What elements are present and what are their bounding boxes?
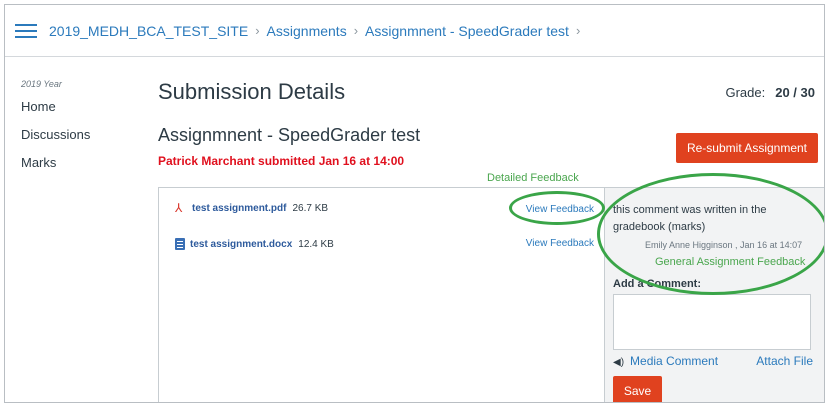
grade-value: 20 / 30 [775, 85, 815, 100]
attach-file-link[interactable]: Attach File [756, 354, 813, 368]
detailed-feedback-annotation: Detailed Feedback [487, 172, 579, 184]
breadcrumb-assignments[interactable]: Assignments [267, 23, 347, 39]
file-size: 26.7 KB [292, 203, 329, 214]
nav-item-home[interactable]: Home [21, 98, 141, 126]
speaker-icon: ◀) [613, 357, 625, 368]
file-link[interactable]: test assignment.docx [190, 239, 292, 250]
grade-label: Grade: [725, 85, 766, 100]
page-title: Submission Details [158, 79, 346, 104]
course-nav: 2019 Year Home Discussions Marks [21, 79, 141, 182]
resubmit-assignment-button[interactable]: Re-submit Assignment [676, 133, 818, 163]
chevron-right-icon: › [255, 23, 260, 38]
comments-panel: this comment was written in the gradeboo… [604, 187, 824, 402]
file-link[interactable]: test assignment.pdf [192, 203, 286, 214]
top-bar: 2019_MEDH_BCA_TEST_SITE › Assignments › … [5, 5, 824, 57]
media-comment-link[interactable]: ◀) Media Comment [613, 354, 718, 368]
term-label: 2019 Year [21, 79, 62, 89]
comment-input[interactable] [613, 294, 811, 350]
nav-item-discussions[interactable]: Discussions [21, 126, 141, 154]
view-feedback-link[interactable]: View Feedback [526, 238, 594, 249]
general-feedback-annotation: General Assignment Feedback [655, 256, 806, 268]
chevron-right-icon: › [353, 23, 359, 38]
file-row: test assignment.docx 12.4 KB [175, 238, 334, 250]
doc-icon [175, 238, 185, 250]
app-frame: 2019_MEDH_BCA_TEST_SITE › Assignments › … [4, 4, 825, 403]
comment-attachments: ◀) Media Comment Attach File [613, 354, 813, 368]
nav-item-marks[interactable]: Marks [21, 154, 141, 182]
file-size: 12.4 KB [298, 238, 334, 250]
comment-text: this comment was written in the gradeboo… [613, 204, 767, 233]
breadcrumb-assignment[interactable]: Assignmnent - SpeedGrader test [365, 23, 569, 39]
media-comment-label: Media Comment [630, 354, 719, 368]
submitted-files: ⅄ test assignment.pdf 26.7 KB View Feedb… [158, 187, 604, 402]
pdf-icon: ⅄ [175, 201, 183, 215]
breadcrumb-course[interactable]: 2019_MEDH_BCA_TEST_SITE [49, 23, 248, 39]
grade: Grade: 20 / 30 [725, 85, 815, 100]
save-comment-button[interactable]: Save [613, 376, 662, 402]
view-feedback-link[interactable]: View Feedback [526, 204, 594, 215]
submission-status: Patrick Marchant submitted Jan 16 at 14:… [158, 154, 405, 168]
chevron-right-icon: › [575, 23, 581, 38]
assignment-title: Assignmnent - SpeedGrader test [158, 125, 421, 145]
comment-author-meta: Emily Anne Higginson , Jan 16 at 14:07 [645, 240, 803, 250]
file-row: ⅄ test assignment.pdf 26.7 KB [175, 202, 328, 215]
hamburger-menu-icon[interactable] [15, 23, 37, 39]
add-comment-label: Add a Comment: [613, 278, 701, 290]
